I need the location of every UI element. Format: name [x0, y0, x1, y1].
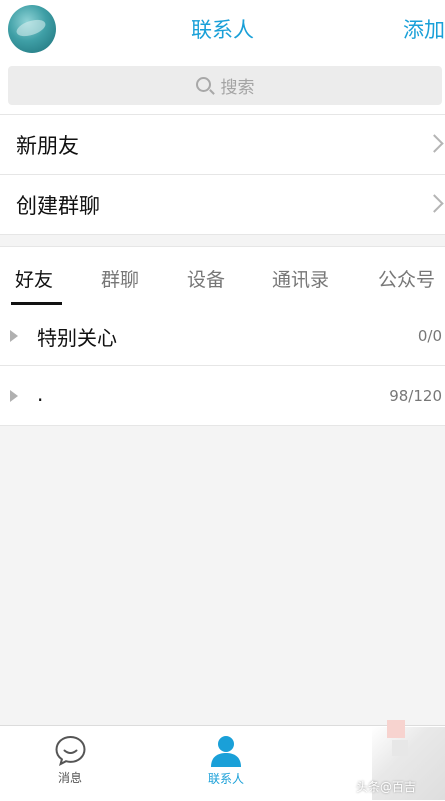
group-name: . [37, 382, 44, 406]
new-friends-row[interactable]: 新朋友 [0, 114, 445, 174]
nav-contacts-label: 联系人 [207, 772, 244, 786]
tab-friends[interactable]: 好友 [15, 265, 53, 292]
chevron-right-icon [425, 194, 444, 213]
search-icon [195, 77, 211, 92]
group-count: 98/120 [389, 387, 442, 405]
watermark-logo-block [392, 740, 408, 756]
tab-groups[interactable]: 群聊 [101, 265, 139, 292]
expand-arrow-icon [10, 330, 18, 342]
active-tab-indicator [11, 302, 62, 305]
watermark-logo-block [387, 720, 405, 738]
friend-group-row[interactable]: 特别关心 0/0 [0, 306, 445, 366]
watermark-text: 头条@百吉 [356, 780, 417, 794]
create-group-chat-label: 创建群聊 [16, 193, 100, 218]
add-button[interactable]: 添加 [403, 14, 445, 44]
search-bar: 搜索 [0, 56, 445, 114]
tab-devices[interactable]: 设备 [187, 265, 225, 292]
top-bar: 联系人 添加 [0, 0, 445, 56]
create-group-chat-row[interactable]: 创建群聊 [0, 174, 445, 235]
group-name: 特别关心 [37, 326, 117, 350]
nav-messages-label: 消息 [57, 771, 82, 785]
group-count: 0/0 [417, 327, 442, 345]
contact-icon [211, 736, 241, 767]
search-placeholder: 搜索 [220, 78, 255, 98]
tab-official-accounts[interactable]: 公众号 [378, 265, 435, 292]
friend-group-row[interactable]: . 98/120 [0, 366, 445, 426]
expand-arrow-icon [10, 390, 18, 402]
nav-contacts[interactable]: 联系人 [186, 734, 266, 787]
tab-address-book[interactable]: 通讯录 [272, 265, 329, 292]
nav-messages[interactable]: 消息 [30, 734, 110, 786]
message-icon [54, 735, 86, 766]
page-title: 联系人 [191, 18, 254, 42]
search-input[interactable]: 搜索 [8, 66, 442, 105]
new-friends-label: 新朋友 [16, 133, 79, 158]
chevron-right-icon [425, 134, 444, 153]
contact-tabs: 好友 群聊 设备 通讯录 公众号 [0, 246, 445, 307]
